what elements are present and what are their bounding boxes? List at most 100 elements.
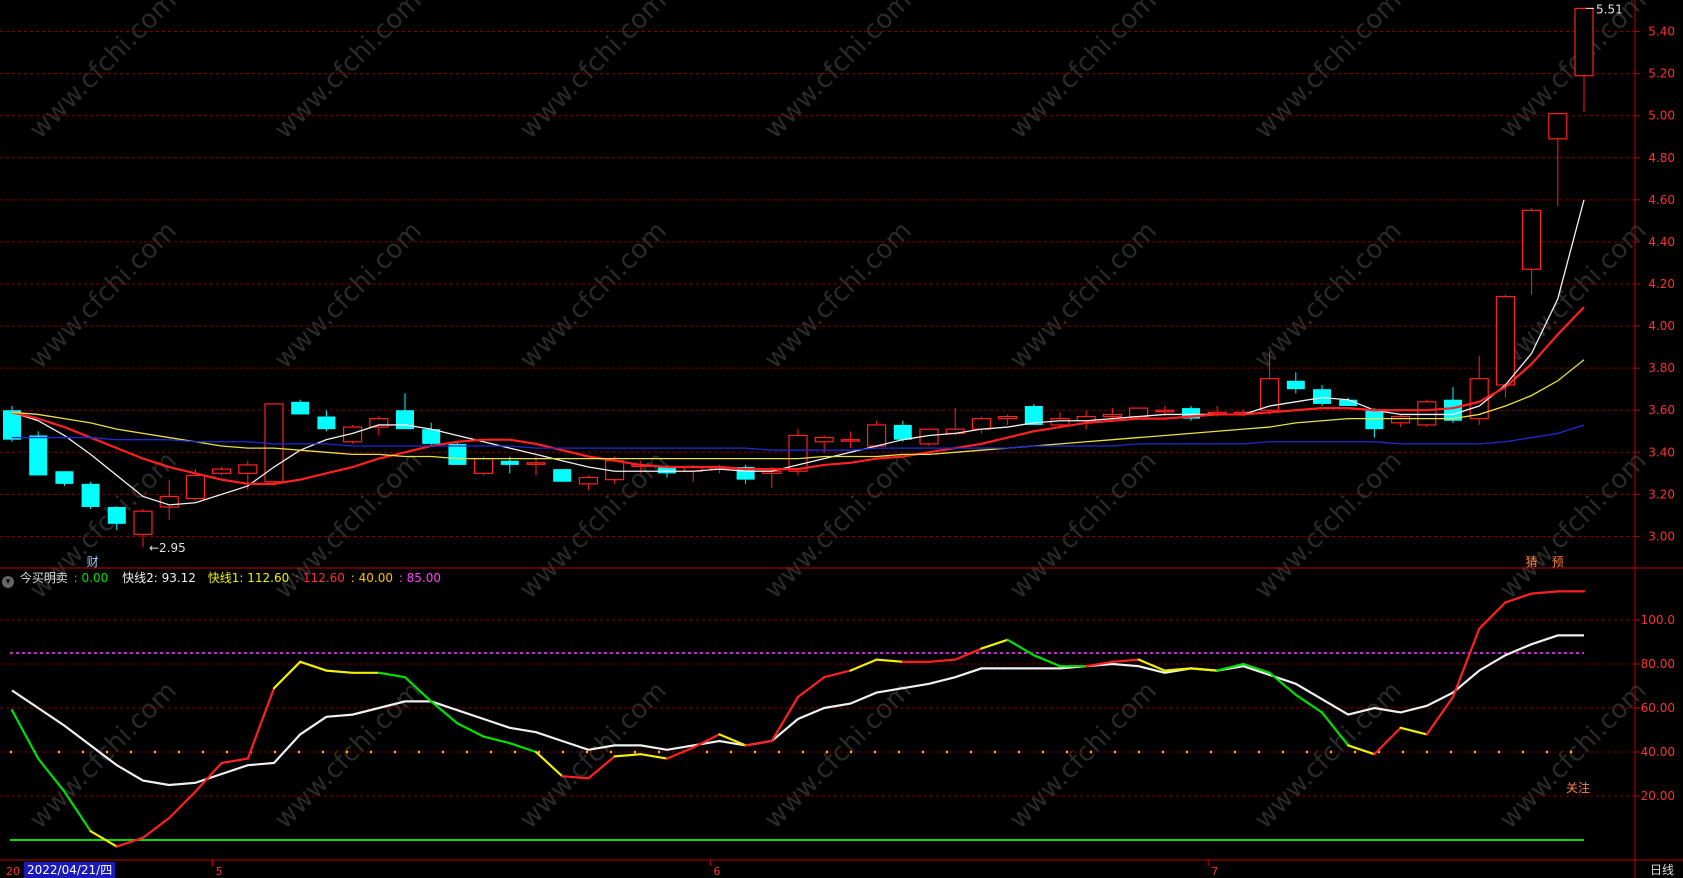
fast-line-1-segment <box>534 750 564 778</box>
watermark-text: www.cfchi.com <box>1249 216 1408 375</box>
price-tick-label: 4.60 <box>1648 193 1675 207</box>
candle-body-up <box>1574 7 1594 77</box>
candle-body-down <box>422 429 441 444</box>
candle-body-up <box>814 436 834 443</box>
month-label: 7 <box>1211 865 1218 878</box>
watermark-text: www.cfchi.com <box>269 216 428 375</box>
fast-line-1-segment <box>1451 627 1481 699</box>
candle-body-up <box>133 510 153 535</box>
watermark-text: www.cfchi.com <box>1004 216 1163 375</box>
fast-line-1-segment <box>246 687 276 760</box>
candle-body-up <box>1390 415 1411 424</box>
price-tick-label: 5.40 <box>1648 25 1675 39</box>
price-tick-label: 3.00 <box>1648 529 1675 543</box>
stock-chart-canvas: www.cfchi.com www.cfchi.com www.cfchi.com w… <box>0 0 1683 878</box>
fast-line-1-segment <box>272 660 302 690</box>
indicator-value-lvl40: : 40.00 <box>350 571 393 585</box>
price-tick-label: 4.40 <box>1648 235 1675 249</box>
indicator-tick-label: 20.00 <box>1641 789 1675 803</box>
watermark-text: www.cfchi.com <box>1249 0 1408 145</box>
candle-body-up <box>1128 407 1149 418</box>
fast-line-1-segment <box>849 658 878 672</box>
fast-line-1-segment <box>1163 667 1193 672</box>
indicator-tick-label: 40.00 <box>1641 745 1675 759</box>
fast-line-1-segment <box>980 638 1009 650</box>
price-tick-label: 3.40 <box>1648 445 1675 459</box>
fast-line-1-segment <box>1268 671 1297 696</box>
candle-body-down <box>448 443 467 465</box>
fast-line-1-segment <box>10 709 40 760</box>
candle-body-up <box>866 424 887 447</box>
candle-body-down <box>81 483 100 507</box>
x-axis-start-label: 20 <box>6 865 20 878</box>
fast-line-1-segment <box>823 669 852 679</box>
fast-line-1-segment <box>194 761 223 793</box>
fast-line-1-segment <box>1032 654 1062 668</box>
indicator-value-v0: : 0.00 <box>73 571 109 585</box>
watermark-text: www.cfchi.com <box>1004 676 1163 835</box>
candle-body-down <box>500 460 519 465</box>
indicator-value-lvl85: : 85.00 <box>398 571 442 585</box>
candle-body-down <box>55 471 74 484</box>
candle-body-up <box>1417 401 1437 426</box>
price-tick-label: 3.60 <box>1648 403 1675 417</box>
candle-body-down <box>291 401 310 415</box>
indicator-tick-label: 80.00 <box>1641 657 1675 671</box>
high-price-annotation: 5.51 <box>1596 2 1623 16</box>
fast-line-1-segment <box>875 658 904 663</box>
collapse-chevron-icon[interactable]: ▾ <box>2 576 14 588</box>
fast-line-1-segment <box>377 671 407 679</box>
period-label[interactable]: 日线 <box>1650 862 1674 878</box>
fast-line-1-segment <box>1189 667 1219 672</box>
price-tick-label: 5.20 <box>1648 67 1675 81</box>
fast-line-1-segment <box>927 658 957 663</box>
candle-body-up <box>971 418 992 430</box>
fast-line-1-segment <box>299 660 328 672</box>
candle-body-up <box>185 474 205 500</box>
candle-body-down <box>893 424 912 440</box>
candle-body-up <box>997 415 1018 420</box>
fast-line-1-segment <box>613 753 642 758</box>
fast-line-1-segment <box>1530 590 1559 595</box>
fast-line-1-segment <box>482 735 511 745</box>
watermark-text: www.cfchi.com <box>1004 446 1163 605</box>
fast-line-1-segment <box>1373 726 1402 756</box>
watermark-text: www.cfchi.com <box>24 0 183 145</box>
fast-line-1-segment <box>770 695 800 743</box>
watermark-text: www.cfchi.com <box>514 446 673 605</box>
candle-body-down <box>1286 380 1305 390</box>
indicator-tick-label: 100.0 <box>1641 613 1675 627</box>
candle-body-up <box>526 462 546 465</box>
indicator-value-fast2: 快线2: 93.12 <box>122 571 196 585</box>
candle-body-up <box>1495 296 1516 386</box>
candle-body-down <box>317 416 336 430</box>
watermark-text: www.cfchi.com <box>759 0 918 145</box>
price-tick-label: 5.00 <box>1648 109 1675 123</box>
watermark-text: www.cfchi.com <box>1494 0 1653 145</box>
candle-body-up <box>840 439 861 442</box>
price-tick-label: 4.20 <box>1648 277 1675 291</box>
fast-line-1-segment <box>1111 658 1140 663</box>
candle-body-down <box>29 435 48 476</box>
fast-line-1-segment <box>1478 601 1507 630</box>
price-tick-label: 4.00 <box>1648 319 1675 333</box>
watermark-text: www.cfchi.com <box>1494 676 1653 835</box>
watermark-text: www.cfchi.com <box>269 0 428 145</box>
cursor-date-label: 2022/04/21/四 <box>24 862 116 878</box>
watermark-text: www.cfchi.com <box>269 676 428 835</box>
candle-body-up <box>369 418 389 428</box>
indicator-value-fast1: 快线1: 112.60 <box>207 571 290 585</box>
fast-line-1-segment <box>456 722 485 738</box>
watermark-text: www.cfchi.com <box>1249 446 1408 605</box>
event-marker-label: 猜 <box>1526 555 1538 569</box>
low-price-annotation: ←2.95 <box>149 541 186 555</box>
watermark-text: www.cfchi.com <box>1004 0 1163 145</box>
indicator-value-red: : 112.60 <box>295 571 345 585</box>
indicator-name[interactable]: 今买明卖 <box>20 571 68 585</box>
fast-line-1-segment <box>89 830 118 848</box>
watermark-text: www.cfchi.com <box>514 216 673 375</box>
price-tick-label: 3.20 <box>1648 487 1675 501</box>
watermark-text: www.cfchi.com <box>1249 676 1408 835</box>
indicator-tick-label: 60.00 <box>1641 701 1675 715</box>
indicator-header: ▾ 今买明卖 : 0.00 快线2: 93.12 快线1: 112.60 : 1… <box>2 569 443 588</box>
